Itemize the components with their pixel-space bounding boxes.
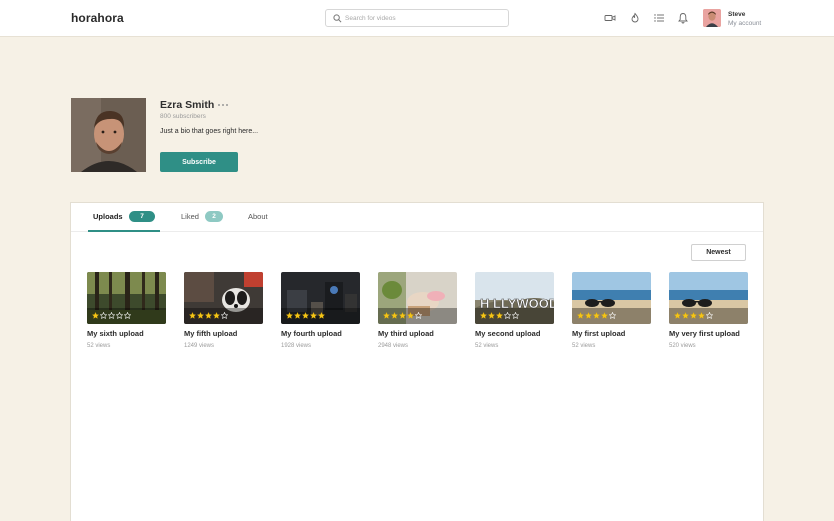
star-icon — [488, 312, 495, 319]
channel-tabs: Uploads 7 Liked 2 About — [71, 203, 763, 232]
video-views: 1928 views — [281, 343, 312, 349]
star-icon — [221, 312, 228, 319]
star-icon — [189, 312, 196, 319]
star-icon — [310, 312, 317, 319]
my-account-link[interactable]: My account — [728, 20, 761, 27]
bell-icon[interactable] — [677, 12, 689, 24]
video-card[interactable]: H LLYWOOD My second upload 52 views — [475, 272, 555, 349]
more-options-icon[interactable] — [217, 103, 229, 107]
video-thumbnail[interactable]: H LLYWOOD — [475, 272, 554, 324]
star-icon — [577, 312, 584, 319]
star-icon — [601, 312, 608, 319]
star-icon — [698, 312, 705, 319]
search-input[interactable] — [345, 12, 505, 25]
star-icon — [480, 312, 487, 319]
star-icon — [116, 312, 123, 319]
star-icon — [682, 312, 689, 319]
star-icon — [593, 312, 600, 319]
star-icon — [512, 312, 519, 319]
video-thumbnail[interactable] — [281, 272, 360, 324]
star-rating — [286, 312, 325, 319]
user-avatar[interactable] — [703, 9, 721, 27]
star-icon — [399, 312, 406, 319]
star-icon — [124, 312, 131, 319]
subscribe-button[interactable]: Subscribe — [160, 152, 238, 172]
channel-bio: Just a bio that goes right here... — [160, 128, 259, 135]
star-icon — [100, 312, 107, 319]
star-icon — [286, 312, 293, 319]
liked-count-badge: 2 — [205, 211, 223, 222]
tab-uploads[interactable]: Uploads — [93, 212, 123, 221]
video-card[interactable]: My sixth upload 52 views — [87, 272, 167, 349]
star-icon — [674, 312, 681, 319]
video-thumbnail[interactable] — [184, 272, 263, 324]
video-title[interactable]: My sixth upload — [87, 329, 144, 338]
video-title[interactable]: My first upload — [572, 329, 625, 338]
star-icon — [504, 312, 511, 319]
star-icon — [108, 312, 115, 319]
video-views: 520 views — [669, 343, 696, 349]
subscriber-count: 800 subscribers — [160, 113, 206, 120]
star-rating — [480, 312, 519, 319]
search-box[interactable] — [325, 9, 509, 27]
star-icon — [213, 312, 220, 319]
star-icon — [205, 312, 212, 319]
video-views: 52 views — [572, 343, 596, 349]
star-icon — [706, 312, 713, 319]
tab-liked[interactable]: Liked — [181, 212, 199, 221]
search-icon — [333, 14, 342, 23]
app-logo[interactable]: horahora — [71, 11, 124, 25]
star-icon — [690, 312, 697, 319]
tab-about[interactable]: About — [248, 212, 268, 221]
video-title[interactable]: My third upload — [378, 329, 434, 338]
video-card[interactable]: My fourth upload 1928 views — [281, 272, 361, 349]
top-navigation-bar: horahora Steve My account — [0, 0, 834, 37]
video-title[interactable]: My second upload — [475, 329, 540, 338]
star-icon — [302, 312, 309, 319]
video-thumbnail[interactable] — [378, 272, 457, 324]
star-icon — [496, 312, 503, 319]
channel-avatar — [71, 98, 146, 172]
video-card[interactable]: My first upload 52 views — [572, 272, 652, 349]
video-title[interactable]: My fifth upload — [184, 329, 237, 338]
star-icon — [585, 312, 592, 319]
star-icon — [318, 312, 325, 319]
video-thumbnail[interactable] — [669, 272, 748, 324]
video-thumbnail[interactable] — [572, 272, 651, 324]
star-icon — [609, 312, 616, 319]
star-rating — [674, 312, 713, 319]
star-icon — [383, 312, 390, 319]
video-thumbnail[interactable] — [87, 272, 166, 324]
star-icon — [294, 312, 301, 319]
star-rating — [92, 312, 131, 319]
star-rating — [577, 312, 616, 319]
fire-icon[interactable] — [629, 12, 641, 24]
list-icon[interactable] — [653, 12, 665, 24]
video-views: 52 views — [87, 343, 111, 349]
video-views: 52 views — [475, 343, 499, 349]
star-icon — [415, 312, 422, 319]
star-rating — [189, 312, 228, 319]
star-icon — [391, 312, 398, 319]
channel-name: Ezra Smith — [160, 99, 215, 111]
user-name[interactable]: Steve — [728, 11, 745, 18]
active-tab-indicator — [88, 230, 160, 232]
video-camera-icon[interactable] — [604, 12, 616, 24]
video-views: 1249 views — [184, 343, 215, 349]
video-card[interactable]: My third upload 2948 views — [378, 272, 458, 349]
video-card[interactable]: My very first upload 520 views — [669, 272, 749, 349]
star-icon — [197, 312, 204, 319]
video-card[interactable]: My fifth upload 1249 views — [184, 272, 264, 349]
video-title[interactable]: My very first upload — [669, 329, 740, 338]
sort-dropdown[interactable]: Newest — [691, 244, 746, 261]
video-title[interactable]: My fourth upload — [281, 329, 342, 338]
uploads-count-badge: 7 — [129, 211, 155, 222]
video-views: 2948 views — [378, 343, 409, 349]
star-rating — [383, 312, 422, 319]
channel-content-panel: Uploads 7 Liked 2 About Newest My sixth … — [70, 202, 764, 521]
star-icon — [92, 312, 99, 319]
star-icon — [407, 312, 414, 319]
